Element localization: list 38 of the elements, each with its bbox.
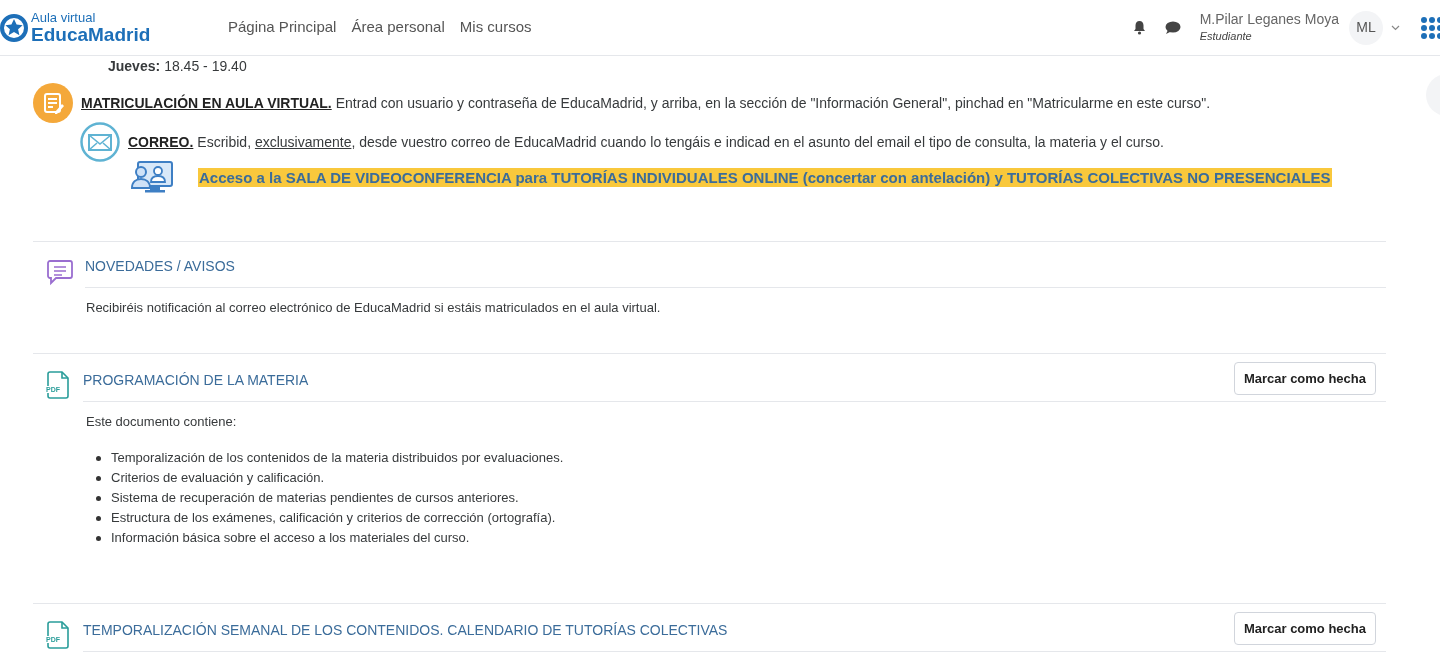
activity-description: Recibiréis notificación al correo electrónico de EducaMadrid si estáis matriculados en el aula virtual. <box>86 299 662 317</box>
envelope-icon <box>80 122 120 162</box>
logo-title: EducaMadrid <box>31 25 151 44</box>
bell-icon[interactable] <box>1132 20 1146 35</box>
user-name: M.Pilar Leganes Moya <box>1199 10 1339 28</box>
activity-title-link[interactable]: PROGRAMACIÓN DE LA MATERIA <box>83 370 309 391</box>
star-logo-icon <box>0 12 28 43</box>
mark-done-button[interactable]: Marcar como hecha <box>1233 611 1376 646</box>
activity-title-link[interactable]: TEMPORALIZACIÓN SEMANAL DE LOS CONTENIDOS. CALENDARIO DE TUTORÍAS COLECTIVAS <box>83 620 728 641</box>
list-item-text: Sistema de recuperación de materias pendientes de cursos anteriores. <box>111 489 519 507</box>
bullet-icon <box>96 455 101 461</box>
schedule-day: Jueves: <box>108 57 161 75</box>
activity-title-link[interactable]: NOVEDADES / AVISOS <box>85 256 235 277</box>
bullet-icon <box>96 495 101 501</box>
video-call-icon <box>130 160 174 194</box>
activity-description: Este documento contiene: <box>86 413 238 431</box>
notice-text: MATRICULACIÓN EN AULA VIRTUAL. Entrad con usuario y contraseña de EducaMadrid, y arriba, en la sección de "Información General", pinchad en "Matricularme en este curso". <box>81 94 1211 112</box>
list-item-text: Estructura de los exámenes, calificación y criterios de corrección (ortografía). <box>111 509 556 527</box>
forum-icon <box>47 258 73 286</box>
bullet-icon <box>96 475 101 481</box>
app-grid-icon[interactable] <box>1420 14 1440 41</box>
chat-icon[interactable] <box>1164 20 1181 35</box>
nav-link[interactable]: Mis cursos <box>459 16 532 39</box>
list-item-text: Temporalización de los contenidos de la materia distribuidos por evaluaciones. <box>111 449 564 467</box>
logo-subtitle: Aula virtual <box>31 11 97 24</box>
list-item-text: Criterios de evaluación y calificación. <box>111 469 325 487</box>
user-role: Estudiante <box>1199 29 1252 44</box>
nav-link[interactable]: Página Principal <box>228 16 337 39</box>
nav-link[interactable]: Área personal <box>351 16 445 39</box>
schedule-time: 18.45 - 19.40 <box>164 57 247 75</box>
user-avatar[interactable]: ML <box>1349 10 1383 45</box>
chevron-down-icon[interactable] <box>1391 24 1400 31</box>
notice-text: CORREO. Escribid, exclusivamente, desde vuestro correo de EducaMadrid cuando lo tengáis e indicad en el asunto del email el tipo de consulta, la materia y el curso. <box>128 133 1164 151</box>
notepad-icon <box>33 83 73 123</box>
list-item-text: Información básica sobre el acceso a los materiales del curso. <box>111 529 470 547</box>
bullet-icon <box>96 535 101 541</box>
mark-done-button[interactable]: Marcar como hecha <box>1233 361 1376 396</box>
bullet-icon <box>96 515 101 521</box>
